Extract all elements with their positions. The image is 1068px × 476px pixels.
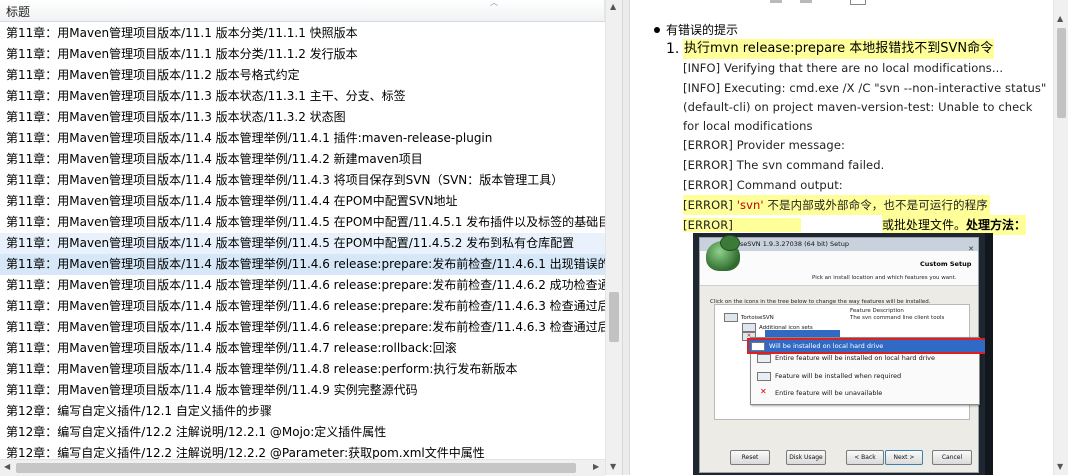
method-note: 或批处理文件。处理方法： xyxy=(882,215,1027,235)
log-line: (default-cli) on project maven-version-t… xyxy=(683,100,1033,133)
toc-row[interactable]: 第11章：用Maven管理项目版本/11.4 版本管理举例/11.4.1 插件:… xyxy=(0,128,605,149)
dialog-title: TortoiseSVN 1.9.3.27038 (64 bit) Setup xyxy=(700,238,978,251)
toc-row[interactable]: 第11章：用Maven管理项目版本/11.4 版本管理举例/11.4.7 rel… xyxy=(0,338,605,359)
next-button: Next > xyxy=(885,450,923,465)
disk-usage-button: Disk Usage xyxy=(786,450,826,465)
menu-item-entire-local: Entire feature will be installed on loca… xyxy=(755,352,935,364)
menu-item-label: Will be installed on local hard drive xyxy=(769,342,884,350)
menu-item-unavailable: ✕ Entire feature will be unavailable xyxy=(755,387,882,399)
note-content[interactable]: 有错误的提示 1. 执行mvn release:prepare 本地报错找不到S… xyxy=(630,0,1046,475)
menu-item-label: Entire feature will be installed on loca… xyxy=(775,354,936,362)
installer-dialog: TortoiseSVN 1.9.3.27038 (64 bit) Setup ✕… xyxy=(699,235,993,473)
toc-row[interactable]: 第12章：编写自定义插件/12.1 自定义插件的步骤 xyxy=(0,401,605,422)
toc-row[interactable]: 第11章：用Maven管理项目版本/11.4 版本管理举例/11.4.9 实例完… xyxy=(0,380,605,401)
toc-scroll-thumb[interactable] xyxy=(609,292,619,342)
error-line: [ERROR] 'svn' 不是内部或外部命令，也不是可运行的程序 xyxy=(683,195,990,215)
back-button: < Back xyxy=(846,450,884,465)
toc-row[interactable]: 第11章：用Maven管理项目版本/11.1 版本分类/11.1.1 快照版本 xyxy=(0,23,605,44)
turtle-logo-icon xyxy=(706,235,740,271)
drive-icon xyxy=(724,313,738,322)
method-text: 或批处理文件。 xyxy=(882,218,967,232)
bullet-icon xyxy=(654,27,660,33)
log-line: [ERROR] Command output: xyxy=(683,178,843,192)
item-title: 执行mvn release:prepare 本地报错找不到SVN命令 xyxy=(683,39,995,59)
log-line: [ERROR] The svn command failed. xyxy=(683,158,885,172)
bullet-text: 有错误的提示 xyxy=(666,23,739,37)
toc-row[interactable]: 第11章：用Maven管理项目版本/11.4 版本管理举例/11.4.6 rel… xyxy=(0,275,605,296)
error-prefix-2: [ERROR] xyxy=(683,218,801,232)
note-scroll-thumb[interactable] xyxy=(1057,28,1066,118)
method-label: 处理方法： xyxy=(966,218,1027,232)
sort-chevron-icon[interactable]: ︿ xyxy=(490,0,498,8)
banner-subtitle: Pick an install location and which featu… xyxy=(812,275,957,281)
toc-row[interactable]: 第11章：用Maven管理项目版本/11.4 版本管理举例/11.4.6 rel… xyxy=(0,317,605,338)
toc-row-selected[interactable]: 第11章：用Maven管理项目版本/11.4 版本管理举例/11.4.6 rel… xyxy=(0,254,605,275)
error-line-2: [ERROR] xyxy=(683,215,801,235)
toc-row[interactable]: 第11章：用Maven管理项目版本/11.2 版本号格式约定 xyxy=(0,65,605,86)
error-svn: 'svn' xyxy=(736,198,764,212)
log-line: [INFO] Verifying that there are no local… xyxy=(683,61,1004,75)
pane-splitter[interactable] xyxy=(622,0,630,475)
error-prefix: [ERROR] xyxy=(683,198,737,212)
toc-row[interactable]: 第12章：编写自定义插件/12.2 注解说明/12.2.1 @Mojo:定义插件… xyxy=(0,422,605,443)
menu-item-when-required: Feature will be installed when required xyxy=(755,370,901,382)
column-header-title[interactable]: 标题 ︿ xyxy=(0,0,605,22)
toc-row[interactable]: 第11章：用Maven管理项目版本/11.1 版本分类/11.1.2 发行版本 xyxy=(0,44,605,65)
dialog-banner: Custom Setup Pick an install location an… xyxy=(700,235,978,286)
feature-context-menu: Will be installed on local hard drive En… xyxy=(747,337,993,405)
scroll-right-icon[interactable]: ▶ xyxy=(593,462,599,471)
toc-vertical-scrollbar[interactable]: ▲ ▼ xyxy=(605,0,623,475)
note-vertical-scrollbar[interactable]: ▲ ▼ xyxy=(1053,0,1068,475)
drive-icon xyxy=(751,342,765,351)
menu-item-install-local: Will be installed on local hard drive xyxy=(747,338,993,354)
scroll-left-icon[interactable]: ◀ xyxy=(4,462,10,471)
unavailable-icon: ✕ xyxy=(760,387,767,396)
menu-item-label: Entire feature will be unavailable xyxy=(775,389,883,397)
log-line: [ERROR] Provider message: xyxy=(683,138,845,152)
scroll-up-icon[interactable]: ▲ xyxy=(1057,14,1063,23)
reset-button: Reset xyxy=(730,450,770,465)
cancel-button: Cancel xyxy=(932,450,972,465)
horizontal-scrollbar[interactable]: ◀ ▶ xyxy=(0,459,605,476)
toc-row[interactable]: 第11章：用Maven管理项目版本/11.4 版本管理举例/11.4.3 将项目… xyxy=(0,170,605,191)
toc-row[interactable]: 第11章：用Maven管理项目版本/11.4 版本管理举例/11.4.8 rel… xyxy=(0,359,605,380)
note-pane: 有错误的提示 1. 执行mvn release:prepare 本地报错找不到S… xyxy=(630,0,1068,475)
feature-description-body: The svn command line client tools xyxy=(850,315,945,321)
column-header-label: 标题 xyxy=(6,5,31,19)
log-line: [INFO] Executing: cmd.exe /X /C "svn --n… xyxy=(683,81,1046,95)
scroll-up-icon[interactable]: ▲ xyxy=(610,2,616,11)
toc-row[interactable]: 第11章：用Maven管理项目版本/11.4 版本管理举例/11.4.5 在PO… xyxy=(0,233,605,254)
scroll-down-icon[interactable]: ▼ xyxy=(1057,462,1063,471)
toc-list: 第11章：用Maven管理项目版本/11.1 版本分类/11.1.1 快照版本第… xyxy=(0,23,605,475)
toc-row[interactable]: 第11章：用Maven管理项目版本/11.4 版本管理举例/11.4.6 rel… xyxy=(0,296,605,317)
drive-icon xyxy=(757,372,771,381)
toc-row[interactable]: 第11章：用Maven管理项目版本/11.4 版本管理举例/11.4.4 在PO… xyxy=(0,191,605,212)
list-number: 1. xyxy=(666,41,680,57)
toc-row[interactable]: 第11章：用Maven管理项目版本/11.4 版本管理举例/11.4.2 新建m… xyxy=(0,149,605,170)
scroll-down-icon[interactable]: ▼ xyxy=(610,462,616,471)
toc-row[interactable]: 第11章：用Maven管理项目版本/11.3 版本状态/11.3.1 主干、分支… xyxy=(0,86,605,107)
dialog-buttons: Reset Disk Usage < Back Next > Cancel xyxy=(700,442,978,472)
toc-row[interactable]: 第11章：用Maven管理项目版本/11.3 版本状态/11.3.2 状态图 xyxy=(0,107,605,128)
horizontal-scroll-thumb[interactable] xyxy=(16,463,576,473)
toc-pane: 标题 ︿ 第11章：用Maven管理项目版本/11.1 版本分类/11.1.1 … xyxy=(0,0,622,476)
bullet-item: 有错误的提示 xyxy=(654,20,739,40)
drive-icon xyxy=(757,354,771,363)
menu-item-label: Feature will be installed when required xyxy=(775,372,902,380)
toc-row[interactable]: 第11章：用Maven管理项目版本/11.4 版本管理举例/11.4.5 在PO… xyxy=(0,212,605,233)
installer-screenshot-image: TortoiseSVN 1.9.3.27038 (64 bit) Setup ✕… xyxy=(693,233,993,475)
error-message: 不是内部或外部命令，也不是可运行的程序 xyxy=(763,198,988,212)
turtle-shell xyxy=(720,235,740,251)
photo-edge xyxy=(985,233,993,475)
